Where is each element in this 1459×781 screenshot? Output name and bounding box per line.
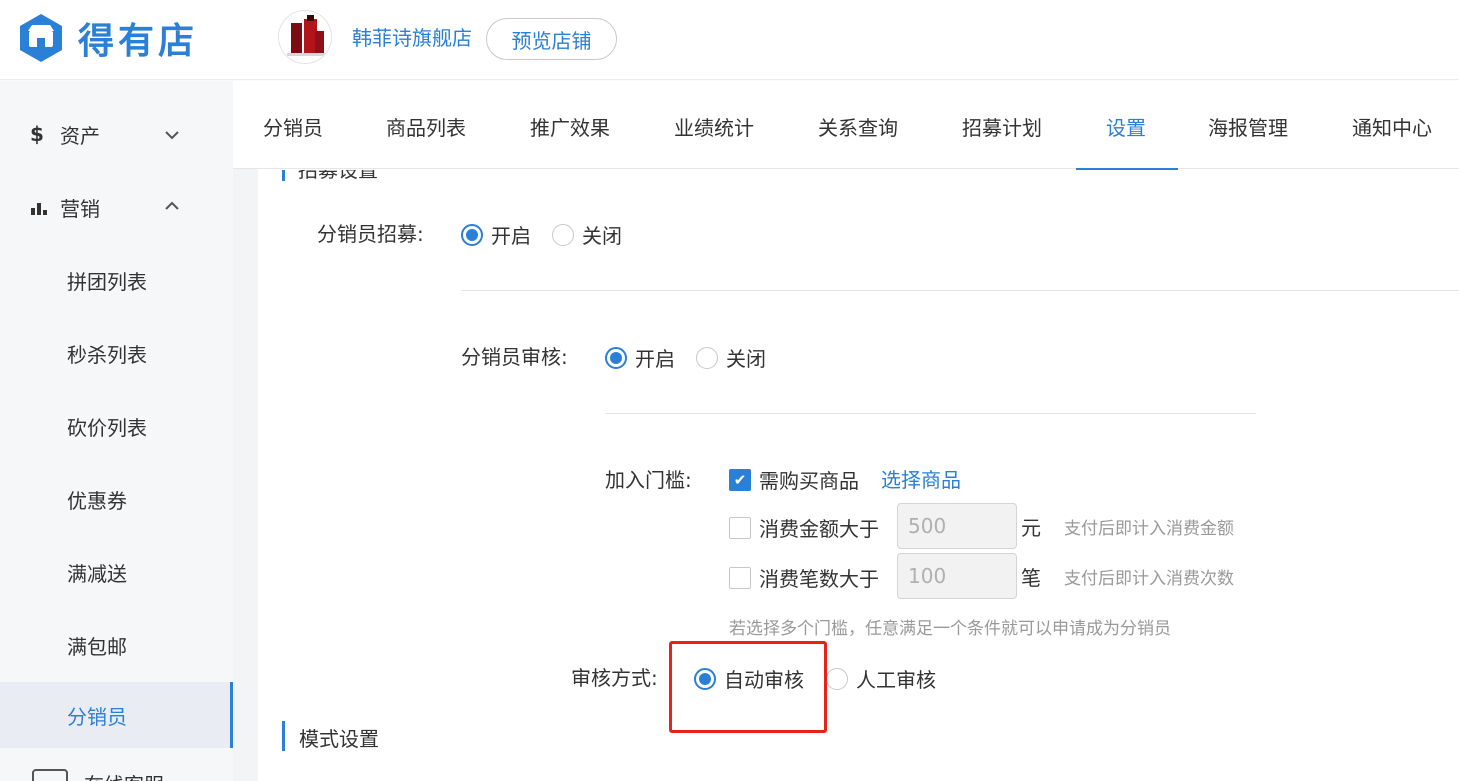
sidebar-item-label: 秒杀列表 [67,342,147,367]
tab-notification-center[interactable]: 通知中心 [1352,81,1432,169]
store-name[interactable]: 韩菲诗旗舰店 [352,22,472,51]
radio-dot [826,667,848,690]
brand-logo[interactable]: 得有店 [18,12,198,64]
sidebar-item-label: 砍价列表 [67,415,147,440]
sidebar-group-label: 营销 [60,196,100,221]
select-product-link[interactable]: 选择商品 [881,464,961,493]
review-label: 分销员审核: [461,345,568,369]
bar-chart-icon [31,203,47,215]
checkbox-box [729,516,751,539]
radio-dot [461,223,483,246]
threshold-label: 加入门槛: [605,468,692,492]
sidebar-item-label: 在线客服 [84,769,164,781]
tab-recruit-plan[interactable]: 招募计划 [962,81,1042,169]
spend-amount-unit: 元 [1021,516,1041,540]
review-method-label: 审核方式: [571,666,658,690]
brand-name: 得有店 [78,21,199,62]
checkbox-label: 消费金额大于 [759,517,879,541]
manual-review-radio[interactable]: 人工审核 [826,664,936,693]
sidebar-divider [233,81,258,781]
spend-count-unit: 笔 [1021,566,1041,590]
checkmark-icon: ✔ [729,468,751,491]
radio-label: 人工审核 [856,668,936,692]
recruit-section-header: 招募设置 [282,170,582,181]
mode-settings-title: 模式设置 [299,727,379,751]
spend-count-hint: 支付后即计入消费次数 [1064,569,1234,589]
tab-promotion-effect[interactable]: 推广效果 [530,81,610,169]
preview-store-button[interactable]: 预览店铺 [486,18,617,60]
tab-settings[interactable]: 设置 [1106,81,1146,169]
recruit-on-radio[interactable]: 开启 [461,220,531,249]
dollar-icon: $ [30,122,44,146]
sidebar-item-label: 分销员 [67,704,127,729]
sidebar-item-label: 拼团列表 [67,269,147,294]
sidebar-group-label: 资产 [60,123,100,148]
highlight-annotation-box [669,641,827,733]
checkbox-label: 消费笔数大于 [759,567,879,591]
divider [605,413,1256,414]
radio-dot [552,223,574,246]
tab-relation-query[interactable]: 关系查询 [818,81,898,169]
store-avatar[interactable] [278,10,332,64]
threshold-note: 若选择多个门槛，任意满足一个条件就可以申请成为分销员 [729,619,1171,639]
radio-label: 开启 [491,224,531,248]
sidebar-item-bargain[interactable]: 砍价列表 [0,393,233,459]
spend-amount-checkbox[interactable]: 消费金额大于 [729,513,879,542]
spend-count-input[interactable] [897,553,1017,599]
recruit-off-radio[interactable]: 关闭 [552,220,622,249]
sidebar-item-flash-sale[interactable]: 秒杀列表 [0,320,233,386]
tab-distributors[interactable]: 分销员 [263,81,323,169]
chat-icon [32,769,68,781]
store-product-image-icon [279,11,331,63]
tab-poster-management[interactable]: 海报管理 [1208,81,1288,169]
radio-dot [696,346,718,369]
tab-product-list[interactable]: 商品列表 [386,81,466,169]
section-accent-bar [282,721,285,751]
sidebar-group-assets[interactable]: $ 资产 [0,104,233,164]
buy-product-checkbox[interactable]: ✔ 需购买商品 [729,465,859,494]
recruit-label: 分销员招募: [317,222,424,246]
divider [461,290,1459,291]
sidebar-item-distributors[interactable]: 分销员 [0,682,233,748]
tab-performance[interactable]: 业绩统计 [674,81,754,169]
spend-amount-hint: 支付后即计入消费金额 [1064,519,1234,539]
sidebar: $ 资产 营销 拼团列表 秒杀列表 砍价列表 优惠券 满减送 满包邮 分销员 [0,81,233,781]
top-bar: 得有店 韩菲诗旗舰店 预览店铺 [0,0,1459,80]
sidebar-item-group-buy[interactable]: 拼团列表 [0,247,233,313]
review-on-radio[interactable]: 开启 [605,343,675,372]
section-title: 招募设置 [298,170,378,181]
spend-amount-input[interactable] [897,503,1017,549]
radio-dot [605,346,627,369]
settings-content: 招募设置 分销员招募: 开启 关闭 分销员审核: 开启 关闭 加入门槛: ✔ 需… [258,170,1459,781]
checkbox-label: 需购买商品 [759,469,859,493]
sidebar-item-free-shipping[interactable]: 满包邮 [0,612,233,678]
sidebar-item-label: 满包邮 [67,634,127,659]
sidebar-item-label: 优惠券 [67,488,127,513]
checkbox-box [729,566,751,589]
chevron-down-icon [165,131,179,140]
sidebar-item-online-service[interactable]: 在线客服 [0,761,233,781]
chevron-up-icon [165,201,179,210]
radio-label: 关闭 [582,224,622,248]
spend-count-checkbox[interactable]: 消费笔数大于 [729,563,879,592]
sidebar-item-label: 满减送 [67,561,127,586]
sidebar-item-discount[interactable]: 满减送 [0,539,233,605]
store-logo-icon [20,14,62,62]
radio-label: 开启 [635,347,675,371]
section-accent-bar [282,170,285,181]
review-off-radio[interactable]: 关闭 [696,343,766,372]
sidebar-item-coupons[interactable]: 优惠券 [0,466,233,532]
radio-label: 关闭 [726,347,766,371]
tab-bar: 分销员 商品列表 推广效果 业绩统计 关系查询 招募计划 设置 海报管理 通知中… [233,81,1459,169]
sidebar-group-marketing[interactable]: 营销 [0,177,233,237]
